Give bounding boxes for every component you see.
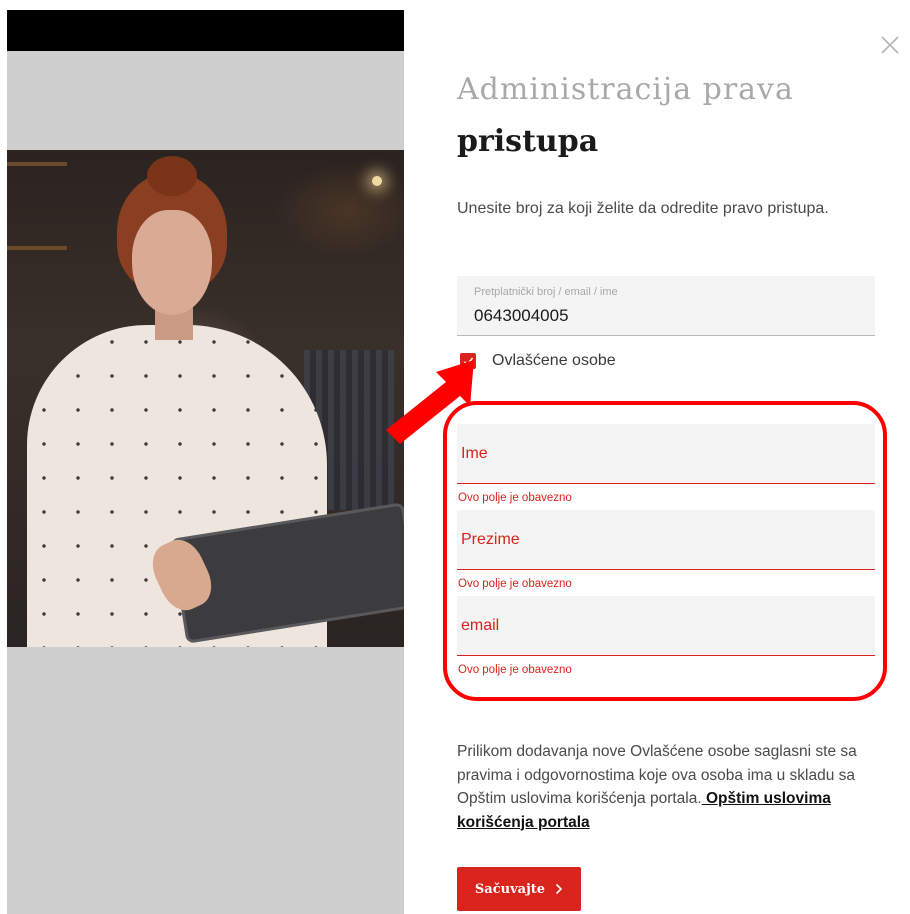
dialog-title-line1: Administracija prava xyxy=(457,72,794,107)
photo-shelf xyxy=(7,162,67,166)
photo-shelf xyxy=(7,246,67,250)
last-name-placeholder: Prezime xyxy=(461,531,520,548)
email-error: Ovo polje je obavezno xyxy=(458,664,572,676)
authorized-persons-label: Ovlašćene osobe xyxy=(492,352,616,369)
subscriber-field-label: Pretplatnički broj / email / ime xyxy=(474,286,618,298)
last-name-field[interactable]: Prezime xyxy=(457,510,875,570)
terms-notice: Prilikom dodavanja nove Ovlašćene osobe … xyxy=(457,740,877,834)
dialog-title-line2: pristupa xyxy=(457,124,599,159)
first-name-placeholder: Ime xyxy=(461,445,488,462)
first-name-error: Ovo polje je obavezno xyxy=(458,492,572,504)
authorized-persons-row[interactable]: Ovlašćene osobe xyxy=(460,349,616,373)
email-field[interactable]: email xyxy=(457,596,875,656)
dialog-title: Administracija prava pristupa xyxy=(457,64,877,168)
subscriber-field[interactable]: Pretplatnički broj / email / ime xyxy=(457,276,875,336)
side-image-panel xyxy=(7,10,404,914)
last-name-error: Ovo polje je obavezno xyxy=(458,578,572,590)
chevron-right-icon xyxy=(555,883,563,895)
image-top-bar xyxy=(7,10,404,51)
photo-lamp xyxy=(372,176,382,186)
photo-hair-bun xyxy=(147,156,197,196)
first-name-field[interactable]: Ime xyxy=(457,424,875,484)
dialog-subtitle: Unesite broj za koji želite da odredite … xyxy=(457,200,829,217)
save-button[interactable]: Sačuvajte xyxy=(457,867,581,911)
photo-face xyxy=(132,210,212,315)
email-placeholder: email xyxy=(461,617,500,634)
subscriber-input[interactable] xyxy=(474,306,854,326)
save-button-label: Sačuvajte xyxy=(474,881,546,897)
access-rights-dialog: Administracija prava pristupa Unesite br… xyxy=(0,0,910,914)
close-icon[interactable] xyxy=(880,35,900,55)
woman-with-tablet-photo xyxy=(7,150,404,647)
